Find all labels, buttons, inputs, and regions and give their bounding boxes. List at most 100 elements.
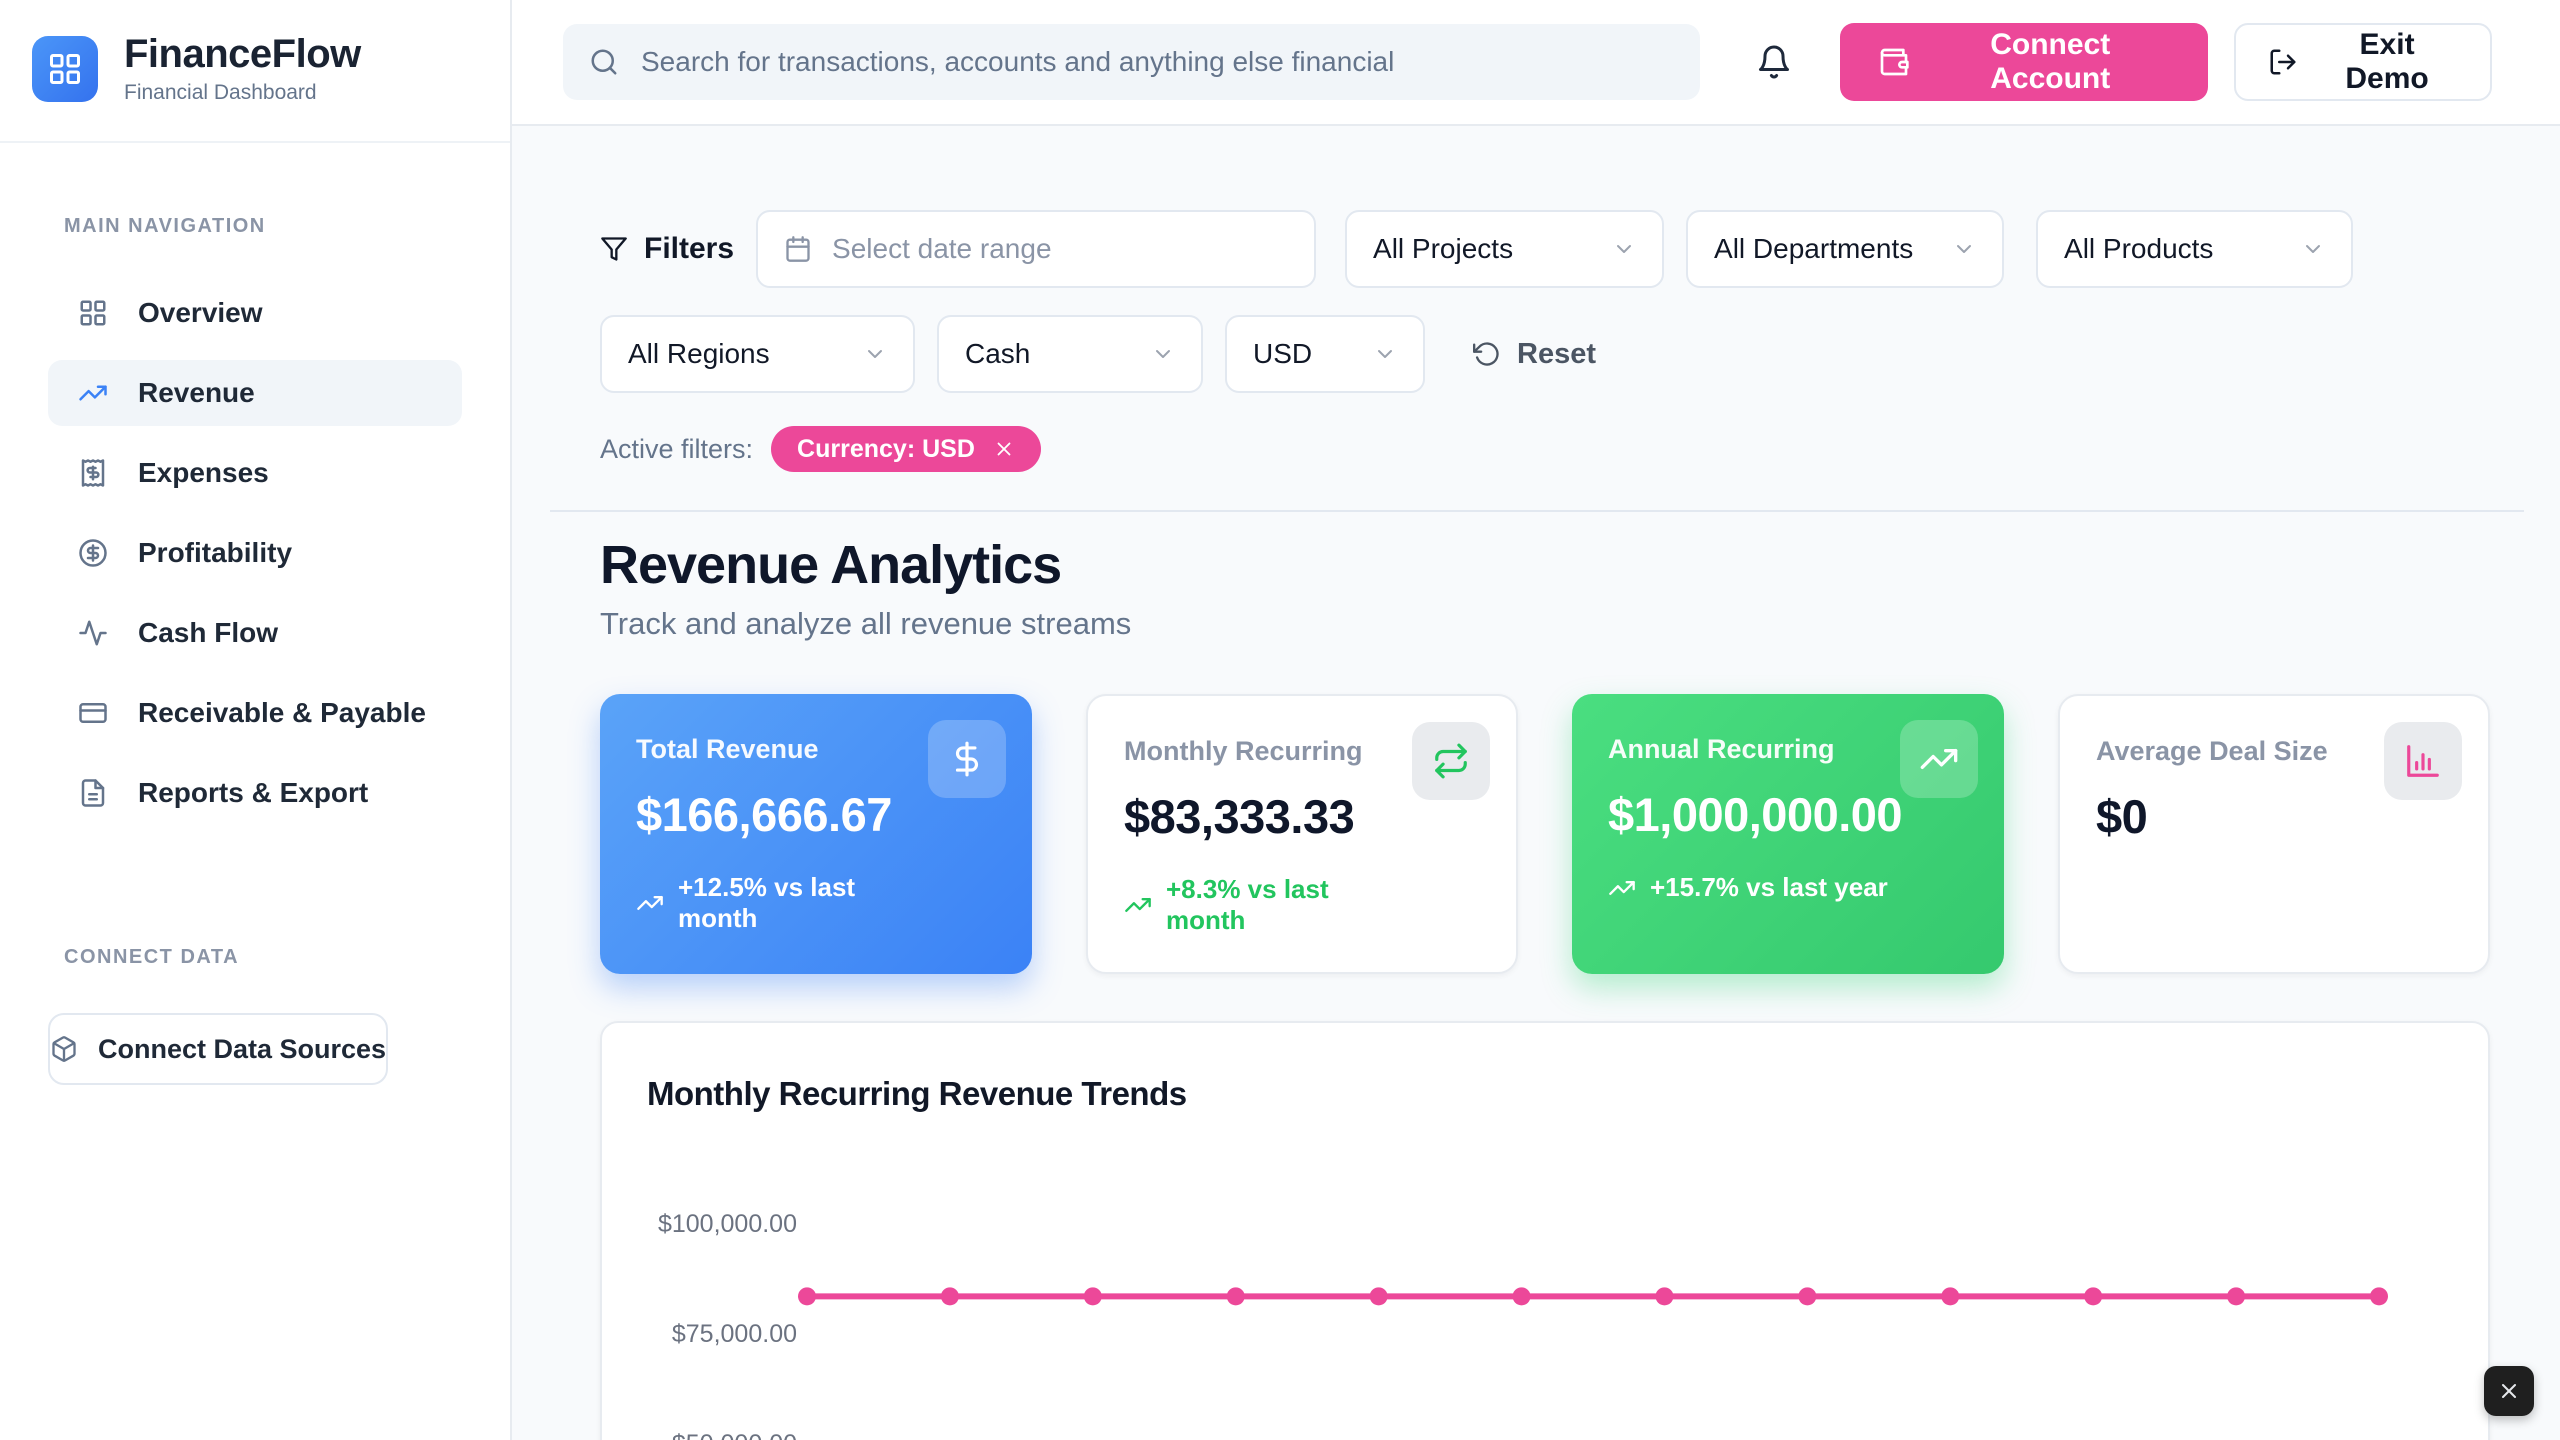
- nav-section-label: MAIN NAVIGATION: [0, 215, 510, 238]
- package-icon: [50, 1035, 78, 1063]
- stat-card-delta: +8.3% vs last month: [1166, 874, 1396, 936]
- departments-select-value: All Departments: [1714, 233, 1913, 265]
- stat-card-annual-recurring: Annual Recurring $1,000,000.00 +15.7% vs…: [1572, 694, 2004, 974]
- sidebar-item-cash-flow[interactable]: Cash Flow: [48, 600, 462, 666]
- connect-account-label: Connect Account: [1930, 28, 2170, 96]
- sidebar-item-label: Overview: [138, 297, 263, 329]
- sidebar-item-receivable-payable[interactable]: Receivable & Payable: [48, 680, 462, 746]
- connect-account-button[interactable]: Connect Account: [1840, 23, 2208, 101]
- chevron-down-icon: [1952, 237, 1976, 261]
- chevron-down-icon: [1151, 342, 1175, 366]
- main-area: Connect Account Exit Demo Filters Select…: [512, 0, 2560, 1440]
- close-icon[interactable]: [993, 438, 1015, 460]
- page-title: Revenue Analytics: [600, 534, 2524, 596]
- reset-label: Reset: [1517, 338, 1596, 371]
- connect-button-label: Connect Data Sources: [98, 1034, 386, 1065]
- reset-filters-button[interactable]: Reset: [1473, 338, 1596, 371]
- app-subtitle: Financial Dashboard: [124, 81, 361, 105]
- calendar-icon: [784, 235, 812, 263]
- departments-select[interactable]: All Departments: [1686, 210, 2004, 288]
- chevron-down-icon: [2301, 237, 2325, 261]
- date-range-placeholder: Select date range: [832, 233, 1052, 265]
- svg-text:$50,000.00: $50,000.00: [672, 1430, 797, 1440]
- bar-chart-icon: [2384, 722, 2462, 800]
- exit-demo-label: Exit Demo: [2316, 28, 2458, 96]
- sidebar-item-overview[interactable]: Overview: [48, 280, 462, 346]
- exit-demo-button[interactable]: Exit Demo: [2234, 23, 2492, 101]
- chevron-down-icon: [863, 342, 887, 366]
- trending-up-icon: [1124, 891, 1152, 919]
- filters-title-label: Filters: [644, 232, 734, 266]
- app-title: FinanceFlow: [124, 32, 361, 77]
- regions-select-value: All Regions: [628, 338, 770, 370]
- filters-row-2: All Regions Cash USD Reset: [600, 315, 2524, 393]
- currency-select-value: USD: [1253, 338, 1312, 370]
- circle-dollar-icon: [78, 538, 108, 568]
- filter-funnel-icon: [600, 235, 628, 263]
- mrr-trends-chart-card: Monthly Recurring Revenue Trends $100,00…: [600, 1021, 2490, 1440]
- currency-select[interactable]: USD: [1225, 315, 1425, 393]
- svg-text:$100,000.00: $100,000.00: [658, 1210, 797, 1238]
- app-logo-icon: [32, 36, 98, 102]
- active-filter-chip-label: Currency: USD: [797, 435, 975, 464]
- credit-card-icon: [78, 698, 108, 728]
- sidebar-item-profitability[interactable]: Profitability: [48, 520, 462, 586]
- app-logo-row: FinanceFlow Financial Dashboard: [0, 0, 510, 143]
- stat-card-average-deal-size: Average Deal Size $0: [2058, 694, 2490, 974]
- section-divider: [550, 510, 2524, 512]
- filters-row-1: Filters Select date range All Projects A…: [600, 210, 2524, 288]
- close-icon: [2497, 1379, 2521, 1403]
- sidebar-item-label: Cash Flow: [138, 617, 278, 649]
- projects-select[interactable]: All Projects: [1345, 210, 1664, 288]
- main-navigation: Overview Revenue Expenses Profitability …: [0, 280, 510, 826]
- mrr-chart-svg: $100,000.00 $75,000.00 $50,000.00: [602, 1023, 2492, 1440]
- stat-card-delta: +12.5% vs last month: [678, 872, 908, 934]
- connect-data-sources-button[interactable]: Connect Data Sources: [48, 1013, 388, 1085]
- cash-select-value: Cash: [965, 338, 1030, 370]
- sidebar-item-revenue[interactable]: Revenue: [48, 360, 462, 426]
- wallet-icon: [1878, 46, 1910, 78]
- receipt-icon: [78, 458, 108, 488]
- activity-icon: [78, 618, 108, 648]
- trending-up-icon: [78, 378, 108, 408]
- trending-up-icon: [1900, 720, 1978, 798]
- sidebar-item-expenses[interactable]: Expenses: [48, 440, 462, 506]
- page-subtitle: Track and analyze all revenue streams: [600, 606, 2524, 642]
- date-range-input[interactable]: Select date range: [756, 210, 1316, 288]
- global-search[interactable]: [563, 24, 1700, 100]
- stat-cards-row: Total Revenue $166,666.67 +12.5% vs last…: [600, 694, 2524, 974]
- search-input[interactable]: [641, 46, 1674, 78]
- svg-text:$75,000.00: $75,000.00: [672, 1320, 797, 1348]
- products-select[interactable]: All Products: [2036, 210, 2353, 288]
- active-filters-label: Active filters:: [600, 434, 753, 465]
- search-icon: [589, 47, 619, 77]
- trending-up-icon: [1608, 874, 1636, 902]
- stat-card-delta: +15.7% vs last year: [1650, 872, 1888, 903]
- notifications-bell-icon[interactable]: [1756, 44, 1792, 80]
- sidebar-item-reports-export[interactable]: Reports & Export: [48, 760, 462, 826]
- dollar-sign-icon: [928, 720, 1006, 798]
- stat-card-total-revenue: Total Revenue $166,666.67 +12.5% vs last…: [600, 694, 1032, 974]
- active-filter-chip[interactable]: Currency: USD: [771, 426, 1041, 472]
- overlay-close-button[interactable]: [2484, 1366, 2534, 1416]
- sidebar-item-label: Profitability: [138, 537, 292, 569]
- page-content: Filters Select date range All Projects A…: [512, 126, 2560, 1440]
- sidebar-item-label: Revenue: [138, 377, 255, 409]
- trending-up-icon: [636, 889, 664, 917]
- regions-select[interactable]: All Regions: [600, 315, 915, 393]
- sidebar-item-label: Expenses: [138, 457, 269, 489]
- cash-select[interactable]: Cash: [937, 315, 1203, 393]
- connect-section-label: CONNECT DATA: [0, 946, 510, 969]
- filters-title: Filters: [600, 232, 734, 266]
- log-out-icon: [2268, 47, 2298, 77]
- rotate-ccw-icon: [1473, 340, 1501, 368]
- active-filters-row: Active filters: Currency: USD: [600, 426, 2524, 472]
- stat-card-monthly-recurring: Monthly Recurring $83,333.33 +8.3% vs la…: [1086, 694, 1518, 974]
- products-select-value: All Products: [2064, 233, 2213, 265]
- chevron-down-icon: [1373, 342, 1397, 366]
- repeat-icon: [1412, 722, 1490, 800]
- sidebar-item-label: Reports & Export: [138, 777, 368, 809]
- projects-select-value: All Projects: [1373, 233, 1513, 265]
- top-header: Connect Account Exit Demo: [512, 0, 2560, 126]
- sidebar: FinanceFlow Financial Dashboard MAIN NAV…: [0, 0, 512, 1440]
